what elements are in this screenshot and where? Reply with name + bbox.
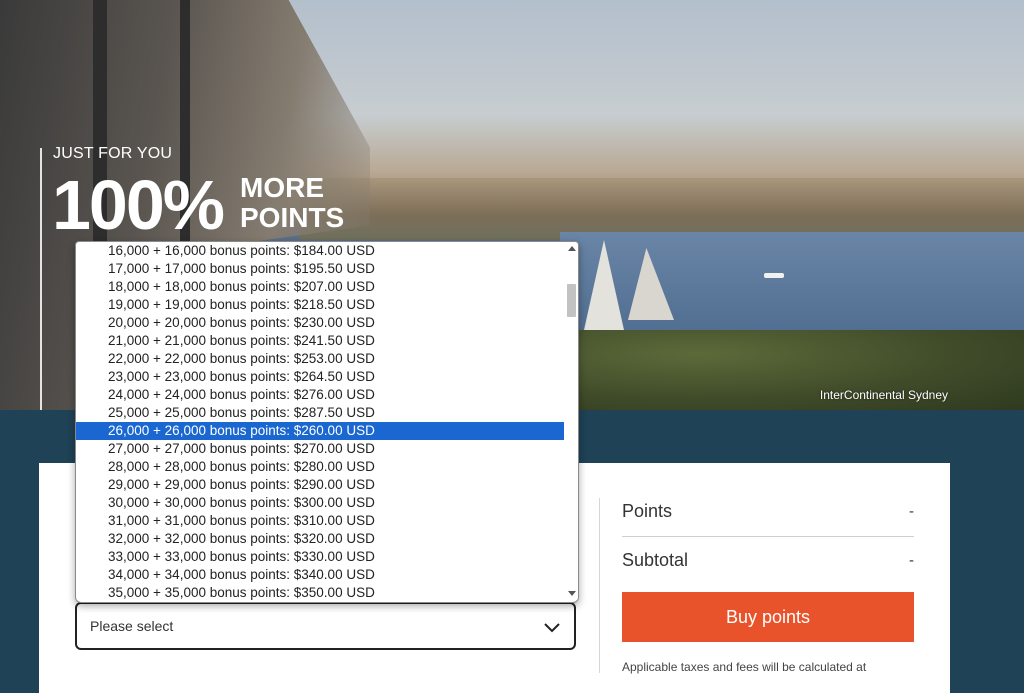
select-value: Please select (90, 618, 174, 634)
foreground-trees (560, 330, 1024, 410)
buy-points-button[interactable]: Buy points (622, 592, 914, 642)
dropdown-option[interactable]: 21,000 + 21,000 bonus points: $241.50 US… (76, 332, 564, 350)
dropdown-option[interactable]: 19,000 + 19,000 bonus points: $218.50 US… (76, 296, 564, 314)
dropdown-option[interactable]: 25,000 + 25,000 bonus points: $287.50 US… (76, 404, 564, 422)
points-package-select[interactable]: Please select (75, 602, 576, 650)
dropdown-option[interactable]: 22,000 + 22,000 bonus points: $253.00 US… (76, 350, 564, 368)
subtotal-value: - (909, 552, 914, 569)
scroll-up-arrow-icon[interactable] (568, 246, 576, 251)
scroll-down-arrow-icon[interactable] (568, 591, 576, 596)
promo-accent-line (40, 148, 42, 410)
card-divider (599, 498, 600, 673)
scroll-thumb[interactable] (567, 284, 576, 317)
promo-more: MORE (240, 172, 324, 203)
dropdown-option[interactable]: 26,000 + 26,000 bonus points: $260.00 US… (76, 422, 564, 440)
dropdown-option[interactable]: 27,000 + 27,000 bonus points: $270.00 US… (76, 440, 564, 458)
photo-caption: InterContinental Sydney (819, 388, 948, 402)
dropdown-option[interactable]: 17,000 + 17,000 bonus points: $195.50 US… (76, 260, 564, 278)
dropdown-option[interactable]: 34,000 + 34,000 bonus points: $340.00 US… (76, 566, 564, 584)
promo-more-points: MORE POINTS (240, 173, 344, 233)
points-label: Points (622, 501, 673, 521)
summary-divider (622, 536, 914, 537)
subtotal-label: Subtotal (622, 550, 689, 570)
dropdown-option[interactable]: 33,000 + 33,000 bonus points: $330.00 US… (76, 548, 564, 566)
points-options-dropdown[interactable]: 16,000 + 16,000 bonus points: $184.00 US… (75, 241, 579, 603)
dropdown-option[interactable]: 28,000 + 28,000 bonus points: $280.00 US… (76, 458, 564, 476)
dropdown-option[interactable]: 20,000 + 20,000 bonus points: $230.00 US… (76, 314, 564, 332)
chevron-down-icon (544, 623, 560, 633)
dropdown-option[interactable]: 29,000 + 29,000 bonus points: $290.00 US… (76, 476, 564, 494)
promo-eyebrow: JUST FOR YOU (53, 145, 173, 162)
dropdown-option[interactable]: 18,000 + 18,000 bonus points: $207.00 US… (76, 278, 564, 296)
dropdown-scrollbar[interactable] (565, 242, 578, 600)
dropdown-option[interactable]: 23,000 + 23,000 bonus points: $264.50 US… (76, 368, 564, 386)
ferry-boat (764, 273, 784, 278)
dropdown-option[interactable]: 30,000 + 30,000 bonus points: $300.00 US… (76, 494, 564, 512)
dropdown-option[interactable]: 32,000 + 32,000 bonus points: $320.00 US… (76, 530, 564, 548)
dropdown-option[interactable]: 31,000 + 31,000 bonus points: $310.00 US… (76, 512, 564, 530)
promo-points: POINTS (240, 202, 345, 233)
promo-percentage: 100% (52, 166, 225, 244)
points-value: - (909, 503, 914, 520)
options-list: 16,000 + 16,000 bonus points: $184.00 US… (76, 242, 564, 602)
dropdown-option[interactable]: 16,000 + 16,000 bonus points: $184.00 US… (76, 242, 564, 260)
dropdown-option[interactable]: 35,000 + 35,000 bonus points: $350.00 US… (76, 584, 564, 602)
tax-note: Applicable taxes and fees will be calcul… (622, 660, 867, 674)
city-hill (300, 178, 1024, 240)
dropdown-option[interactable]: 24,000 + 24,000 bonus points: $276.00 US… (76, 386, 564, 404)
